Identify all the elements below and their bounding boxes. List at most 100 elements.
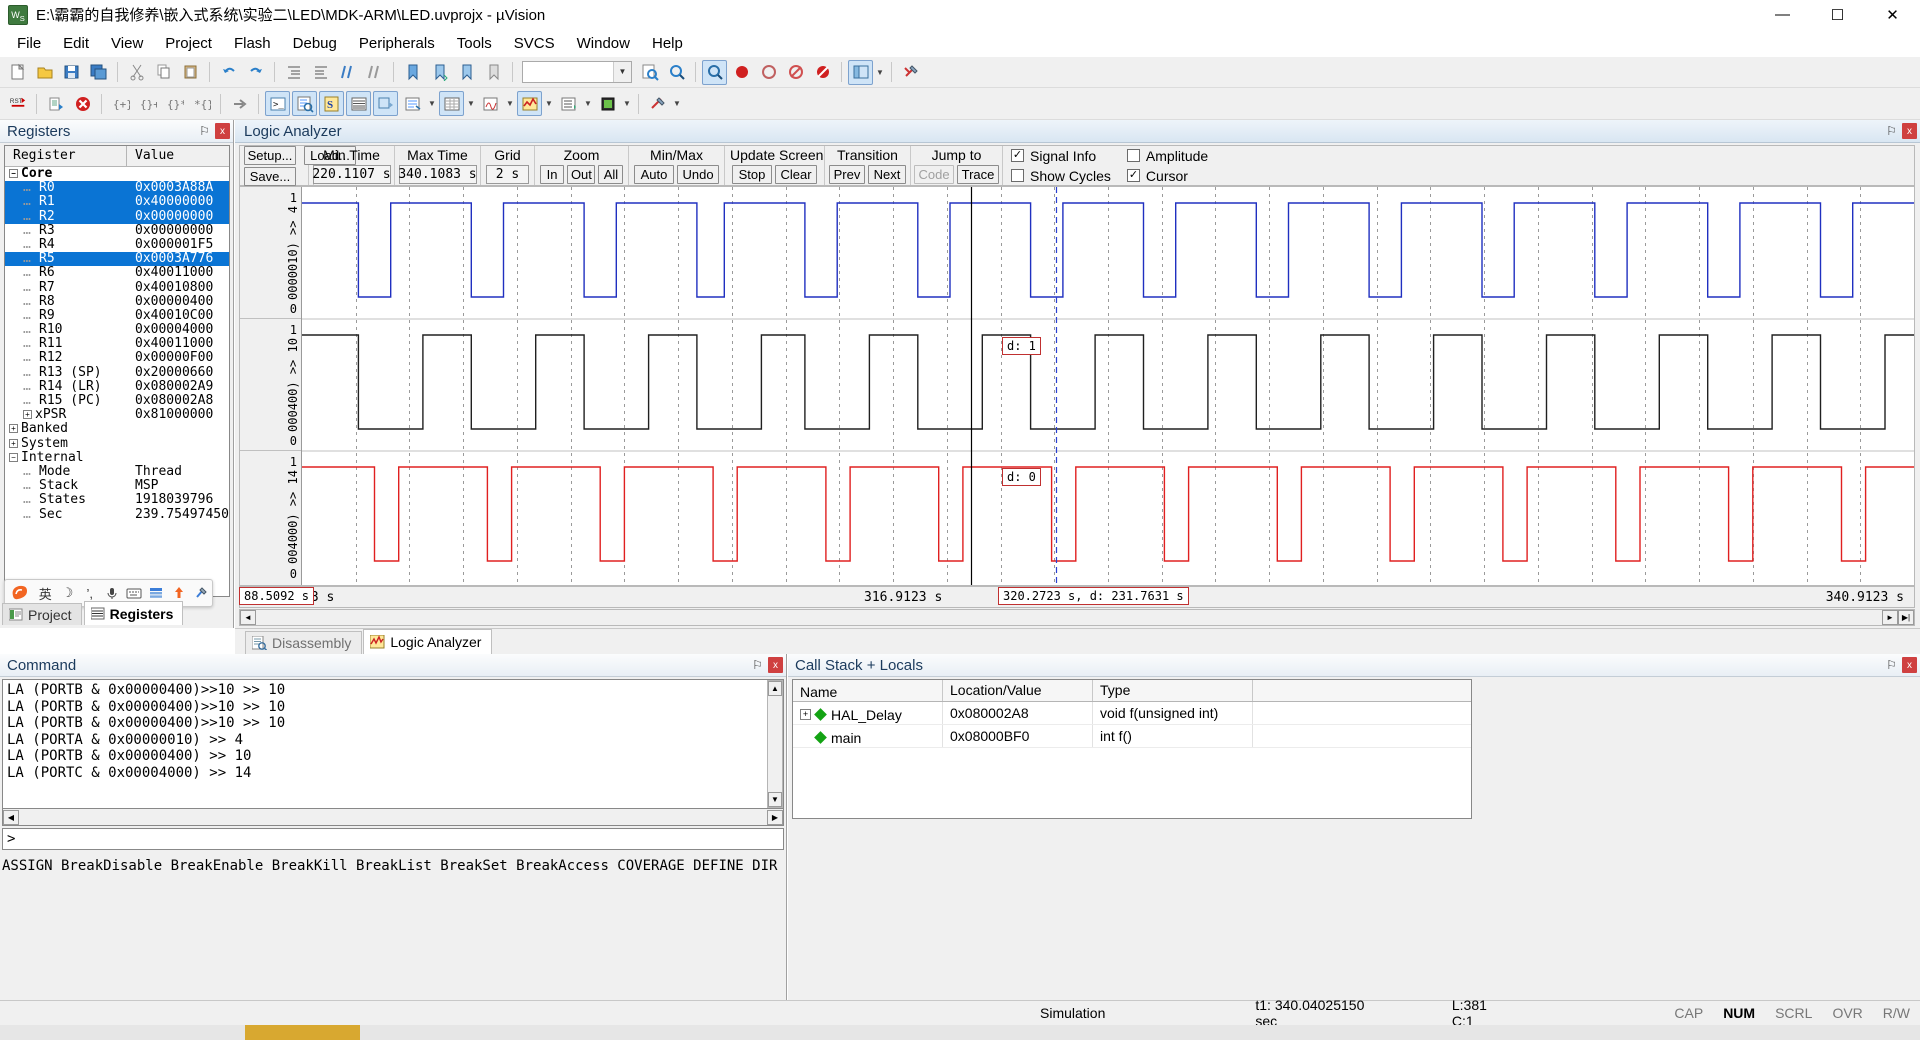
command-output-vscrollbar[interactable]: ▲ ▼ xyxy=(767,680,783,808)
toolbox-icon[interactable] xyxy=(645,91,670,116)
cursor-checkbox[interactable]: ✓ Cursor xyxy=(1126,167,1208,184)
debug-find-icon[interactable] xyxy=(702,59,727,85)
register-row[interactable]: … States 1918039796 xyxy=(5,493,229,507)
serial-dropdown-icon[interactable]: ▼ xyxy=(504,91,516,116)
menu-help[interactable]: Help xyxy=(641,32,694,55)
toolbox-dropdown-icon[interactable]: ▼ xyxy=(671,91,683,116)
waveform-canvas[interactable] xyxy=(302,187,1914,585)
pin-icon[interactable]: ⚐ xyxy=(1884,657,1899,673)
tab-logic-analyzer[interactable]: Logic Analyzer xyxy=(363,629,493,654)
breakpoint-kill-all-icon[interactable] xyxy=(810,60,835,85)
system-viewer-dropdown-icon[interactable]: ▼ xyxy=(621,91,633,116)
show-cycles-checkbox[interactable]: Show Cycles xyxy=(1011,167,1111,184)
find-combo[interactable]: ▼ xyxy=(522,61,632,83)
register-row[interactable]: … R13 (SP) 0x20000660 xyxy=(5,366,229,380)
close-icon[interactable]: x xyxy=(215,123,230,139)
command-output-hscrollbar[interactable]: ◀ ▶ xyxy=(2,809,784,826)
find-in-files-icon[interactable] xyxy=(637,60,662,85)
disassembly-window-icon[interactable] xyxy=(292,91,317,116)
pin-icon[interactable]: ⚐ xyxy=(1884,123,1899,139)
tab-disassembly[interactable]: Disassembly xyxy=(245,631,363,654)
register-row[interactable]: … R15 (PC) 0x080002A8 xyxy=(5,394,229,408)
register-row[interactable]: − Internal xyxy=(5,451,229,465)
bookmark-prev-icon[interactable] xyxy=(454,60,479,85)
run-icon[interactable] xyxy=(43,91,68,116)
table-row[interactable]: main 0x08000BF0 int f() xyxy=(793,725,1471,748)
scroll-up-arrow-icon[interactable]: ▲ xyxy=(768,681,782,696)
call-stack-window-icon[interactable] xyxy=(373,91,398,116)
register-row[interactable]: … R11 0x40011000 xyxy=(5,337,229,351)
checkbox-unchecked-icon[interactable] xyxy=(1011,169,1024,182)
register-row[interactable]: … R10 0x00004000 xyxy=(5,323,229,337)
register-row[interactable]: … R6 0x40011000 xyxy=(5,266,229,280)
ime-settings-icon[interactable] xyxy=(190,580,212,606)
checkbox-unchecked-icon[interactable] xyxy=(1126,149,1140,162)
menu-svcs[interactable]: SVCS xyxy=(503,32,566,55)
minmax-auto-button[interactable]: Auto xyxy=(634,165,674,184)
close-icon[interactable]: x xyxy=(768,657,783,673)
register-row[interactable]: … R2 0x00000000 xyxy=(5,209,229,224)
tree-toggle-icon[interactable]: + xyxy=(23,410,32,420)
register-row[interactable]: … Sec 239.75497450 xyxy=(5,508,229,522)
signal-info-checkbox[interactable]: ✓ Signal Info xyxy=(1011,147,1111,164)
menu-edit[interactable]: Edit xyxy=(52,32,100,55)
window-layout-icon[interactable] xyxy=(848,59,873,85)
waveform-display[interactable]: 1 0000010) >> 4 0 1 000400) >> 10 0 1 00… xyxy=(239,186,1915,586)
menu-peripherals[interactable]: Peripherals xyxy=(348,32,446,55)
comment-icon[interactable] xyxy=(335,60,360,85)
register-row[interactable]: − Core xyxy=(5,167,229,181)
zoom-out-button[interactable]: Out xyxy=(567,165,596,184)
register-row[interactable]: … Stack MSP xyxy=(5,479,229,493)
registers-window-icon[interactable] xyxy=(346,91,371,116)
indent-left-icon[interactable] xyxy=(281,60,306,85)
symbols-window-icon[interactable]: S xyxy=(319,91,344,116)
amplitude-checkbox[interactable]: Amplitude xyxy=(1126,147,1208,164)
breakpoint-insert-icon[interactable] xyxy=(729,60,754,85)
register-row[interactable]: … R3 0x00000000 xyxy=(5,224,229,238)
step-into-icon[interactable]: {+} xyxy=(108,91,133,116)
show-next-statement-icon[interactable] xyxy=(227,91,252,116)
bookmark-clear-icon[interactable] xyxy=(481,60,506,85)
menu-tools[interactable]: Tools xyxy=(446,32,503,55)
max-time-value[interactable]: 340.1083 s xyxy=(398,165,477,184)
register-row[interactable]: … R14 (LR) 0x080002A9 xyxy=(5,380,229,394)
maximize-button[interactable]: ☐ xyxy=(1810,0,1865,30)
save-icon[interactable] xyxy=(59,60,84,85)
menu-window[interactable]: Window xyxy=(566,32,641,55)
zoom-in-button[interactable]: In xyxy=(539,165,565,184)
pin-icon[interactable]: ⚐ xyxy=(197,123,212,139)
trace-dropdown-icon[interactable]: ▼ xyxy=(582,91,594,116)
scroll-left-arrow-icon[interactable]: ◀ xyxy=(3,809,19,825)
register-row[interactable]: … R9 0x40010C00 xyxy=(5,309,229,323)
scroll-right-arrow-icon[interactable]: ▶ xyxy=(767,809,783,825)
menu-view[interactable]: View xyxy=(100,32,154,55)
redo-icon[interactable] xyxy=(243,60,268,85)
window-layout-dropdown-icon[interactable]: ▼ xyxy=(874,60,886,85)
register-row[interactable]: … Mode Thread xyxy=(5,465,229,479)
minmax-undo-button[interactable]: Undo xyxy=(677,165,719,184)
scroll-right-arrow-icon[interactable]: ► xyxy=(1882,610,1898,625)
logic-analyzer-scrollbar[interactable]: ◄ ► ▶| xyxy=(239,609,1915,626)
command-input[interactable]: > xyxy=(2,828,784,850)
close-icon[interactable]: x xyxy=(1902,657,1917,673)
register-row[interactable]: … R5 0x0003A776 xyxy=(5,252,229,267)
save-all-icon[interactable] xyxy=(86,60,111,85)
configure-tools-icon[interactable] xyxy=(898,60,923,85)
zoom-all-button[interactable]: All xyxy=(598,165,624,184)
checkbox-checked-icon[interactable]: ✓ xyxy=(1011,149,1024,162)
menu-file[interactable]: File xyxy=(6,32,52,55)
menu-project[interactable]: Project xyxy=(154,32,223,55)
tree-toggle-icon[interactable]: − xyxy=(9,452,18,462)
update-stop-button[interactable]: Stop xyxy=(732,165,772,184)
register-row[interactable]: … R1 0x40000000 xyxy=(5,195,229,210)
register-row[interactable]: … R4 0x000001F5 xyxy=(5,238,229,252)
register-row[interactable]: … R0 0x0003A88A xyxy=(5,181,229,196)
analysis-window-icon[interactable] xyxy=(517,91,542,116)
update-clear-button[interactable]: Clear xyxy=(775,165,817,184)
register-row[interactable]: … R7 0x40010800 xyxy=(5,281,229,295)
scroll-down-arrow-icon[interactable]: ▼ xyxy=(768,792,782,807)
undo-icon[interactable] xyxy=(216,60,241,85)
indent-right-icon[interactable] xyxy=(308,60,333,85)
tab-project[interactable]: Project xyxy=(2,603,82,625)
tree-toggle-icon[interactable]: − xyxy=(9,169,18,178)
